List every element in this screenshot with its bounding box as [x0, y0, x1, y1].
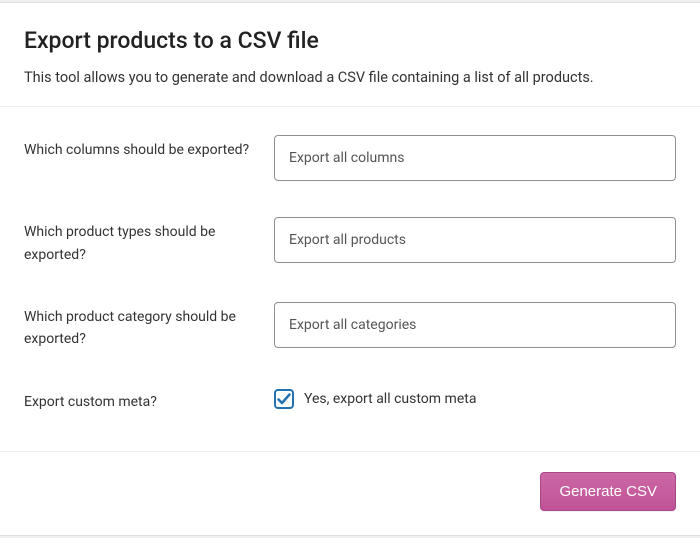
row-types: Which product types should be exported? … — [24, 199, 676, 284]
row-columns: Which columns should be exported? Export… — [24, 117, 676, 199]
checkbox-meta-label: Yes, export all custom meta — [304, 391, 476, 407]
checkbox-meta-wrap: Yes, export all custom meta — [274, 387, 676, 409]
label-columns: Which columns should be exported? — [24, 135, 274, 161]
panel-header: Export products to a CSV file This tool … — [0, 3, 700, 107]
check-icon — [277, 392, 291, 406]
label-category: Which product category should be exporte… — [24, 302, 274, 351]
export-panel: Export products to a CSV file This tool … — [0, 2, 700, 536]
control-category: Export all categories — [274, 302, 676, 348]
select-category[interactable]: Export all categories — [274, 302, 676, 348]
select-columns[interactable]: Export all columns — [274, 135, 676, 181]
row-category: Which product category should be exporte… — [24, 284, 676, 369]
row-meta: Export custom meta? Yes, export all cust… — [24, 369, 676, 431]
label-meta: Export custom meta? — [24, 387, 274, 413]
select-types[interactable]: Export all products — [274, 217, 676, 263]
checkbox-meta[interactable] — [274, 389, 294, 409]
control-columns: Export all columns — [274, 135, 676, 181]
page-description: This tool allows you to generate and dow… — [24, 68, 676, 88]
control-meta: Yes, export all custom meta — [274, 387, 676, 409]
control-types: Export all products — [274, 217, 676, 263]
generate-csv-button[interactable]: Generate CSV — [540, 472, 676, 511]
label-types: Which product types should be exported? — [24, 217, 274, 266]
panel-footer: Generate CSV — [0, 451, 700, 535]
page-title: Export products to a CSV file — [24, 27, 676, 54]
panel-body: Which columns should be exported? Export… — [0, 107, 700, 451]
